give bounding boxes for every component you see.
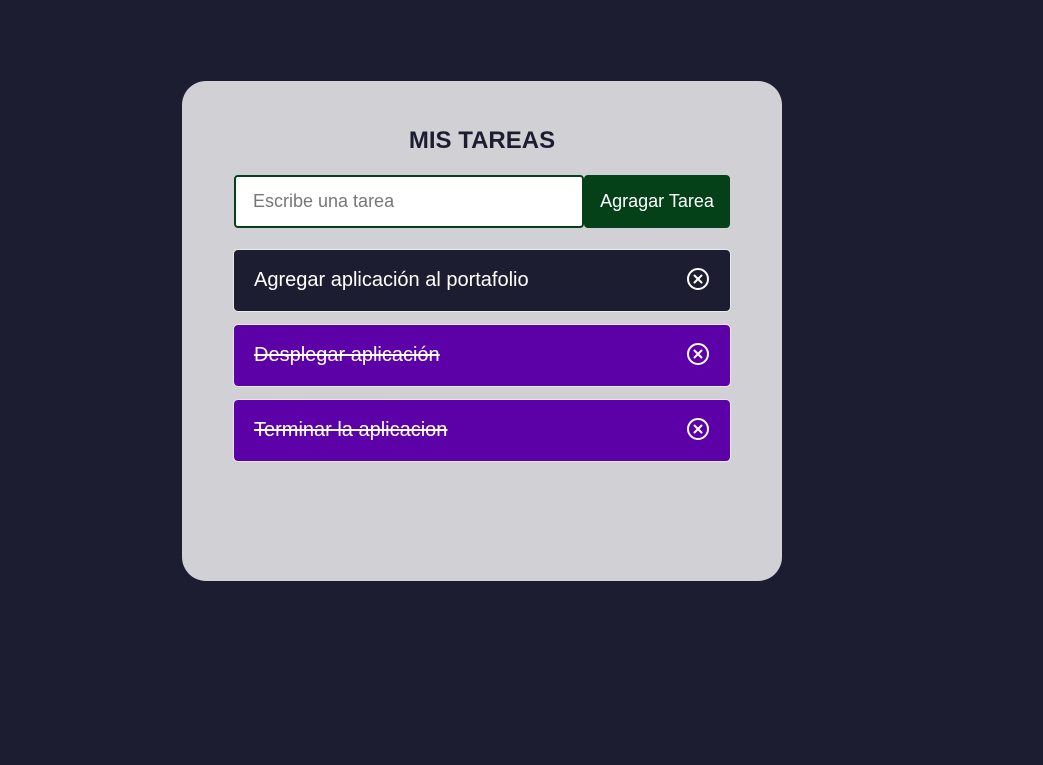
task-card: MIS TAREAS Agragar Tarea Agregar aplicac… [182,81,782,581]
task-text[interactable]: Agregar aplicación al portafolio [254,269,686,292]
close-circle-icon[interactable] [686,342,710,366]
task-input[interactable] [234,175,584,228]
task-item[interactable]: Terminar la aplicacion [233,399,731,462]
add-task-button[interactable]: Agragar Tarea [584,175,730,228]
task-item[interactable]: Agregar aplicación al portafolio [233,249,731,312]
close-circle-icon[interactable] [686,267,710,291]
task-text[interactable]: Desplegar aplicación [254,344,686,367]
page-title: MIS TAREAS [408,127,556,154]
task-list: Agregar aplicación al portafolio Despleg… [233,249,731,474]
close-circle-icon[interactable] [686,417,710,441]
task-text[interactable]: Terminar la aplicacion [254,419,686,442]
task-form: Agragar Tarea [234,175,730,228]
task-item[interactable]: Desplegar aplicación [233,324,731,387]
